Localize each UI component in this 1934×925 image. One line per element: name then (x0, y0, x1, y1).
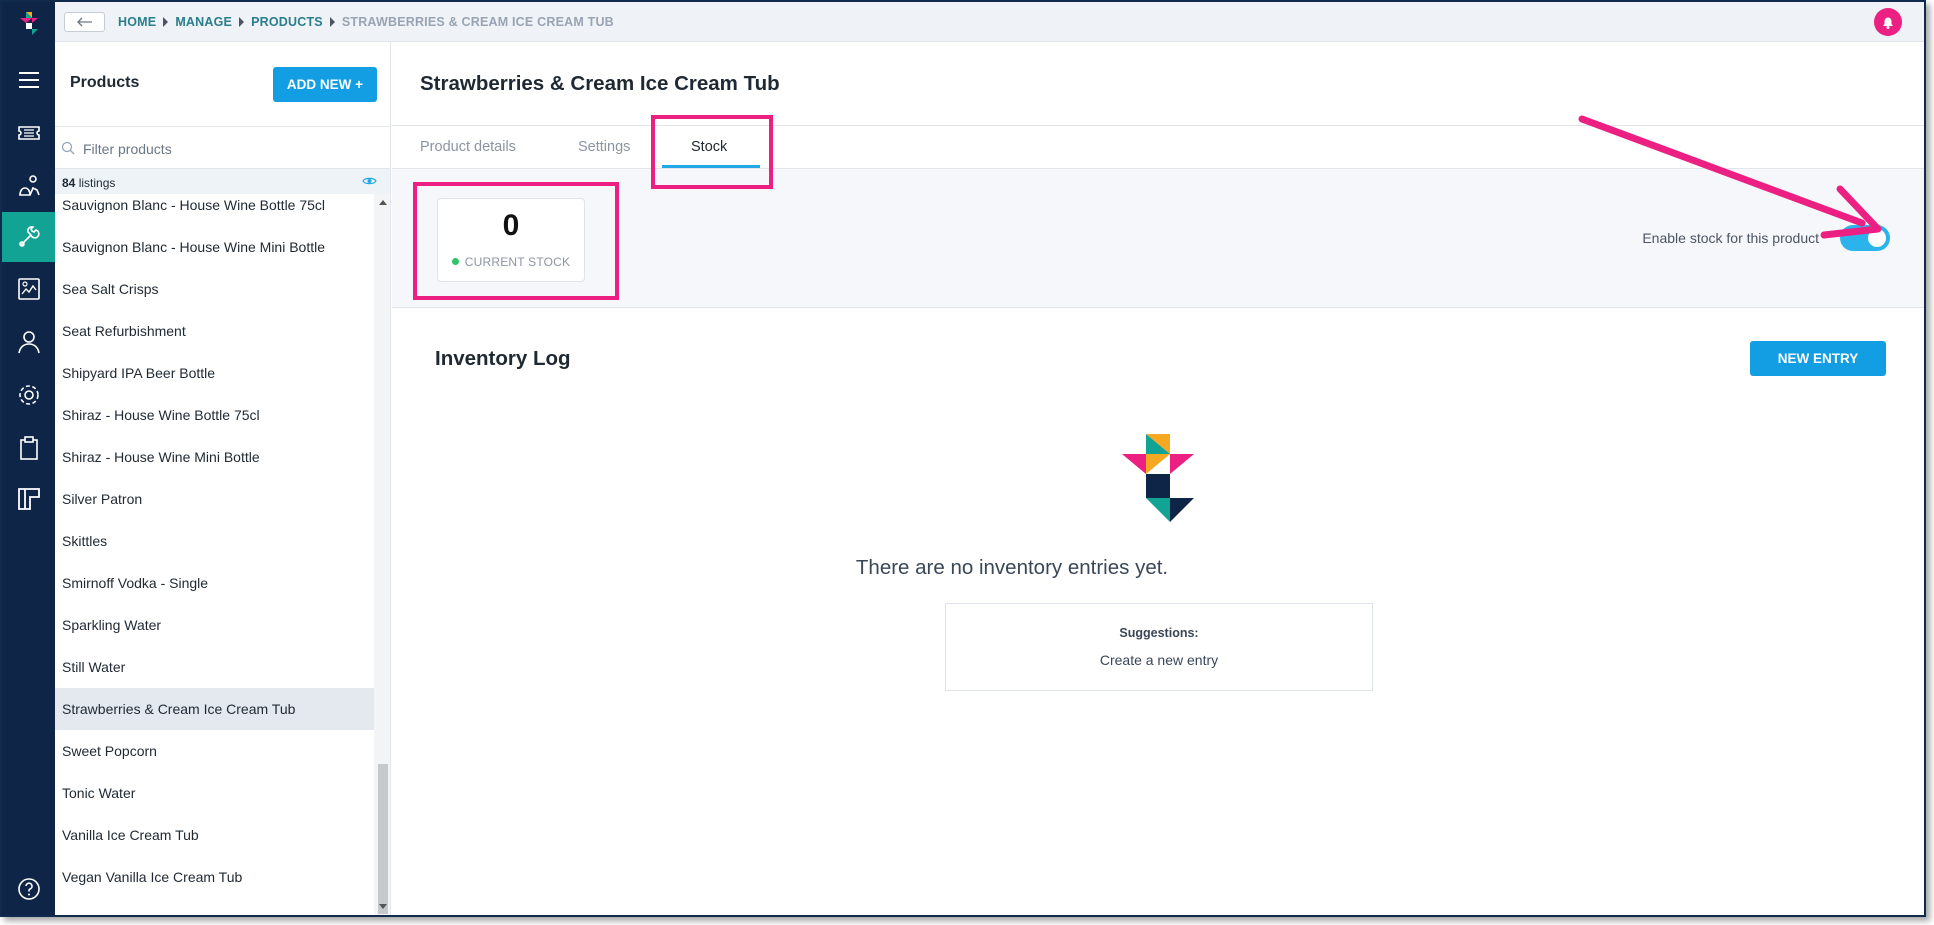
product-list-item[interactable]: Seat Refurbishment (55, 310, 374, 352)
product-list-item[interactable]: Shipyard IPA Beer Bottle (55, 352, 374, 394)
breadcrumb-manage[interactable]: MANAGE (175, 15, 232, 29)
suggestions-title: Suggestions: (1119, 626, 1199, 640)
scroll-up-icon[interactable] (379, 200, 387, 205)
breadcrumb-home[interactable]: HOME (118, 15, 156, 29)
products-sidebar: Products ADD NEW + 84 listings Sauvignon… (55, 42, 391, 915)
annotation-arrow-icon (1578, 115, 1882, 239)
stock-tab-highlight (651, 115, 773, 189)
report-icon[interactable] (2, 264, 55, 314)
product-list-item[interactable]: Vegan Vanilla Ice Cream Tub (55, 856, 374, 898)
listings-number: 84 (62, 176, 76, 190)
breadcrumb-separator-icon (163, 17, 169, 27)
filter-box (55, 126, 390, 169)
back-button[interactable] (64, 12, 105, 32)
gear-icon[interactable] (2, 370, 55, 420)
product-list-item[interactable]: Silver Patron (55, 478, 374, 520)
breadcrumb-separator-icon (329, 17, 335, 27)
product-list-item[interactable]: Skittles (55, 520, 374, 562)
notifications-button[interactable] (1874, 8, 1902, 36)
icon-rail (2, 2, 55, 915)
product-list-item[interactable]: Sweet Popcorn (55, 730, 374, 772)
filter-products-input[interactable] (83, 137, 373, 161)
product-list-item[interactable]: Sauvignon Blanc - House Wine Mini Bottle (55, 226, 374, 268)
product-list: Sauvignon Blanc - House Wine Bottle 75cl… (55, 194, 374, 915)
suggestions-box: Suggestions: Create a new entry (945, 603, 1373, 691)
layout-icon[interactable] (2, 474, 55, 524)
breadcrumb: HOME MANAGE PRODUCTS STRAWBERRIES & CREA… (118, 15, 614, 29)
product-list-item[interactable]: Vanilla Ice Cream Tub (55, 814, 374, 856)
product-list-item[interactable]: Sparkling Water (55, 604, 374, 646)
inventory-log-title: Inventory Log (435, 347, 571, 370)
chart-icon[interactable] (2, 161, 55, 211)
add-new-button[interactable]: ADD NEW + (273, 67, 377, 102)
logo-icon[interactable] (2, 2, 55, 44)
product-list-item[interactable]: Smirnoff Vodka - Single (55, 562, 374, 604)
listings-label: listings (78, 176, 116, 190)
user-icon[interactable] (2, 317, 55, 367)
search-icon (61, 141, 75, 155)
empty-state-message: There are no inventory entries yet. (855, 556, 1169, 579)
arrow-left-icon (76, 17, 92, 27)
product-list-item[interactable]: Strawberries & Cream Ice Cream Tub (55, 688, 374, 730)
help-icon[interactable] (2, 864, 55, 914)
tab-settings[interactable]: Settings (578, 139, 630, 155)
product-list-scrollbar[interactable] (374, 194, 390, 915)
new-entry-button[interactable]: NEW ENTRY (1750, 341, 1886, 376)
scrollbar-thumb[interactable] (378, 764, 388, 914)
tools-icon[interactable] (2, 212, 55, 262)
listings-count-bar: 84 listings (55, 169, 390, 194)
listings-count: 84 listings (62, 176, 115, 190)
breadcrumb-separator-icon (239, 17, 245, 27)
breadcrumb-products[interactable]: PRODUCTS (251, 15, 323, 29)
ticket-icon[interactable] (2, 108, 55, 158)
product-list-item[interactable]: Sauvignon Blanc - House Wine Bottle 75cl (55, 194, 374, 226)
menu-icon[interactable] (2, 55, 55, 105)
bell-icon (1883, 17, 1893, 29)
eye-icon[interactable] (362, 176, 377, 186)
breadcrumb-current: STRAWBERRIES & CREAM ICE CREAM TUB (341, 15, 614, 29)
tab-product-details[interactable]: Product details (420, 139, 516, 155)
product-list-item[interactable]: Shiraz - House Wine Mini Bottle (55, 436, 374, 478)
current-stock-highlight (413, 182, 619, 300)
page-title: Strawberries & Cream Ice Cream Tub (420, 72, 780, 95)
product-list-item[interactable]: Shiraz - House Wine Bottle 75cl (55, 394, 374, 436)
product-list-item[interactable]: Still Water (55, 646, 374, 688)
suggestion-create-entry[interactable]: Create a new entry (946, 652, 1372, 668)
clipboard-icon[interactable] (2, 423, 55, 473)
top-bar: HOME MANAGE PRODUCTS STRAWBERRIES & CREA… (55, 2, 1924, 42)
product-list-item[interactable]: Sea Salt Crisps (55, 268, 374, 310)
scroll-down-icon[interactable] (379, 904, 387, 909)
app-window: HOME MANAGE PRODUCTS STRAWBERRIES & CREA… (0, 0, 1926, 917)
product-list-item[interactable]: Tonic Water (55, 772, 374, 814)
sidebar-title: Products (70, 74, 140, 91)
brand-logo-icon (1122, 434, 1194, 522)
